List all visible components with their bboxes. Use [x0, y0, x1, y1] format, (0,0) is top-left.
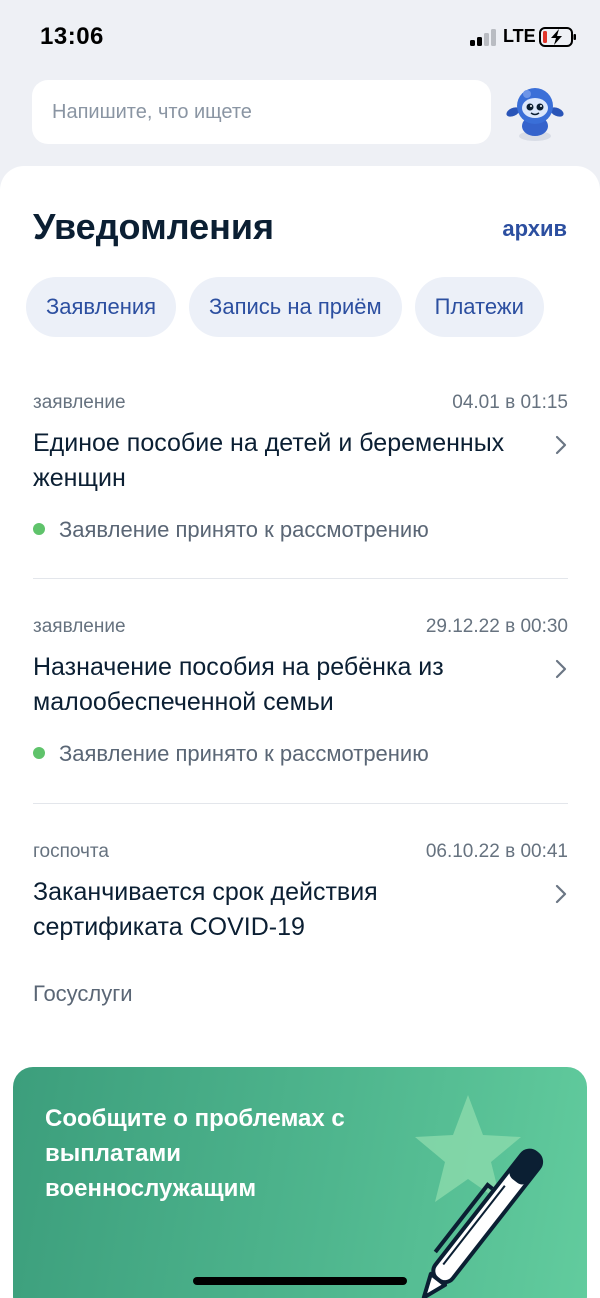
- notification-item[interactable]: заявление 04.01 в 01:15 Единое пособие н…: [33, 392, 568, 552]
- notification-item[interactable]: заявление 29.12.22 в 00:30 Назначение по…: [33, 616, 568, 776]
- chevron-right-icon: [555, 659, 567, 679]
- filter-chip-payments[interactable]: Платежи: [414, 277, 544, 337]
- page-title: Уведомления: [33, 206, 274, 247]
- banner-text: Сообщите о проблемах с выплатами военнос…: [45, 1105, 345, 1202]
- notification-status: Заявление принято к рассмотрению: [33, 517, 429, 543]
- search-input[interactable]: Напишите, что ищете: [32, 80, 491, 144]
- status-bar: 13:06 LTE: [0, 0, 600, 72]
- notification-item[interactable]: госпочта 06.10.22 в 00:41 Заканчивается …: [33, 841, 568, 1021]
- notification-type: заявление: [33, 616, 126, 637]
- battery-charging-icon: [539, 27, 576, 47]
- chevron-right-icon: [555, 435, 567, 455]
- notification-date: 29.12.22 в 00:30: [425, 616, 568, 637]
- notification-source: Госуслуги: [33, 981, 133, 1006]
- filter-chips: Заявления Запись на приём Платежи: [26, 277, 557, 337]
- notification-status-text: Заявление принято к рассмотрению: [59, 517, 429, 542]
- notification-type: заявление: [33, 392, 126, 413]
- chevron-right-icon: [555, 884, 567, 904]
- notification-title: Единое пособие на детей и беременных жен…: [33, 429, 505, 492]
- military-payments-banner[interactable]: Сообщите о проблемах с выплатами военнос…: [13, 1067, 587, 1298]
- notification-status-text: Заявление принято к рассмотрению: [59, 741, 429, 766]
- status-dot: [33, 747, 45, 759]
- divider: [33, 803, 568, 804]
- status-dot: [33, 523, 45, 535]
- status-time: 13:06: [40, 23, 104, 50]
- notification-status: Заявление принято к рассмотрению: [33, 741, 429, 767]
- divider: [33, 578, 568, 579]
- filter-chip-appointments[interactable]: Запись на приём: [189, 277, 402, 337]
- filter-chip-applications[interactable]: Заявления: [26, 277, 177, 337]
- notification-title: Назначение пособия на ребёнка из малообе…: [33, 653, 444, 716]
- robot-assistant-icon[interactable]: [503, 82, 567, 144]
- notification-date: 06.10.22 в 00:41: [425, 841, 568, 862]
- notification-title: Заканчивается срок действия сертификата …: [33, 878, 378, 941]
- banner-illustration: [415, 1095, 544, 1298]
- notification-date: 04.01 в 01:15: [452, 392, 568, 413]
- network-label: LTE: [503, 26, 536, 46]
- signal-icon: [470, 28, 498, 46]
- home-indicator[interactable]: [193, 1277, 407, 1285]
- archive-link[interactable]: архив: [502, 216, 567, 242]
- search-placeholder: Напишите, что ищете: [52, 101, 252, 123]
- search-row: Напишите, что ищете: [0, 80, 600, 144]
- notification-type: госпочта: [33, 841, 109, 862]
